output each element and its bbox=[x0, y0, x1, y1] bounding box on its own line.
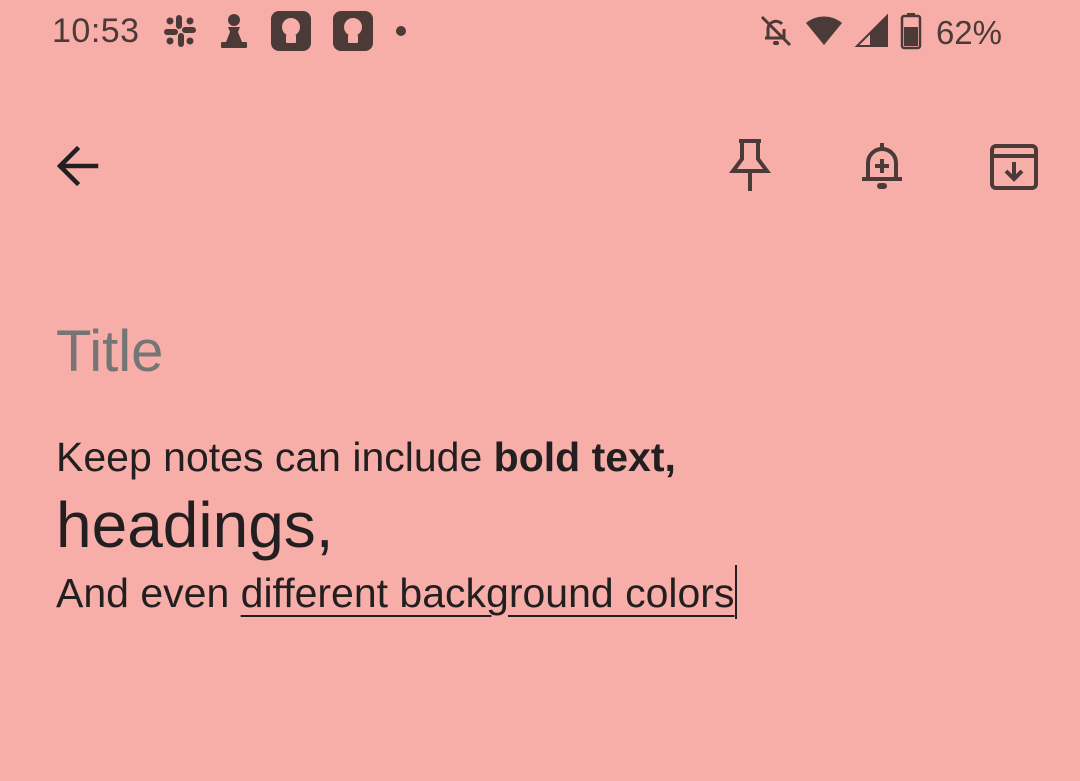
text-cursor bbox=[735, 565, 738, 619]
keep-icon bbox=[270, 10, 312, 57]
pin-button[interactable] bbox=[718, 134, 782, 198]
archive-icon bbox=[990, 144, 1038, 190]
add-reminder-button[interactable] bbox=[850, 134, 914, 198]
status-system-icons: 62% bbox=[758, 12, 1002, 54]
archive-button[interactable] bbox=[982, 134, 1046, 198]
body-text: Keep notes can include bbox=[56, 434, 494, 480]
battery-percent: 62% bbox=[935, 14, 1002, 51]
pin-icon bbox=[729, 139, 771, 191]
notifications-off-icon bbox=[758, 13, 794, 54]
note-body-line: Keep notes can include bold text, bbox=[56, 428, 1036, 486]
note-body-editor[interactable]: Keep notes can include bold text, headin… bbox=[56, 428, 1036, 622]
add-reminder-icon bbox=[862, 143, 902, 189]
note-body-line: And even different background colors bbox=[56, 564, 1036, 622]
note-title-input[interactable] bbox=[56, 318, 1016, 385]
status-bar: 10:53 62% bbox=[0, 0, 1080, 70]
status-notification-icons bbox=[162, 10, 408, 57]
body-text: And even bbox=[56, 570, 241, 616]
battery-icon bbox=[900, 12, 922, 55]
wifi-icon bbox=[804, 13, 844, 54]
cell-signal-icon bbox=[854, 13, 890, 54]
body-heading: headings, bbox=[56, 489, 334, 561]
chess-pawn-icon bbox=[218, 12, 250, 55]
slack-icon bbox=[162, 13, 198, 54]
body-bold-text: bold text, bbox=[493, 434, 676, 480]
notification-dot-icon bbox=[394, 24, 408, 43]
status-time: 10:53 bbox=[52, 12, 140, 50]
back-arrow-icon bbox=[56, 145, 99, 187]
body-underlined-text: different background colors bbox=[240, 570, 735, 616]
keep-icon bbox=[332, 10, 374, 57]
back-button[interactable] bbox=[45, 134, 109, 198]
